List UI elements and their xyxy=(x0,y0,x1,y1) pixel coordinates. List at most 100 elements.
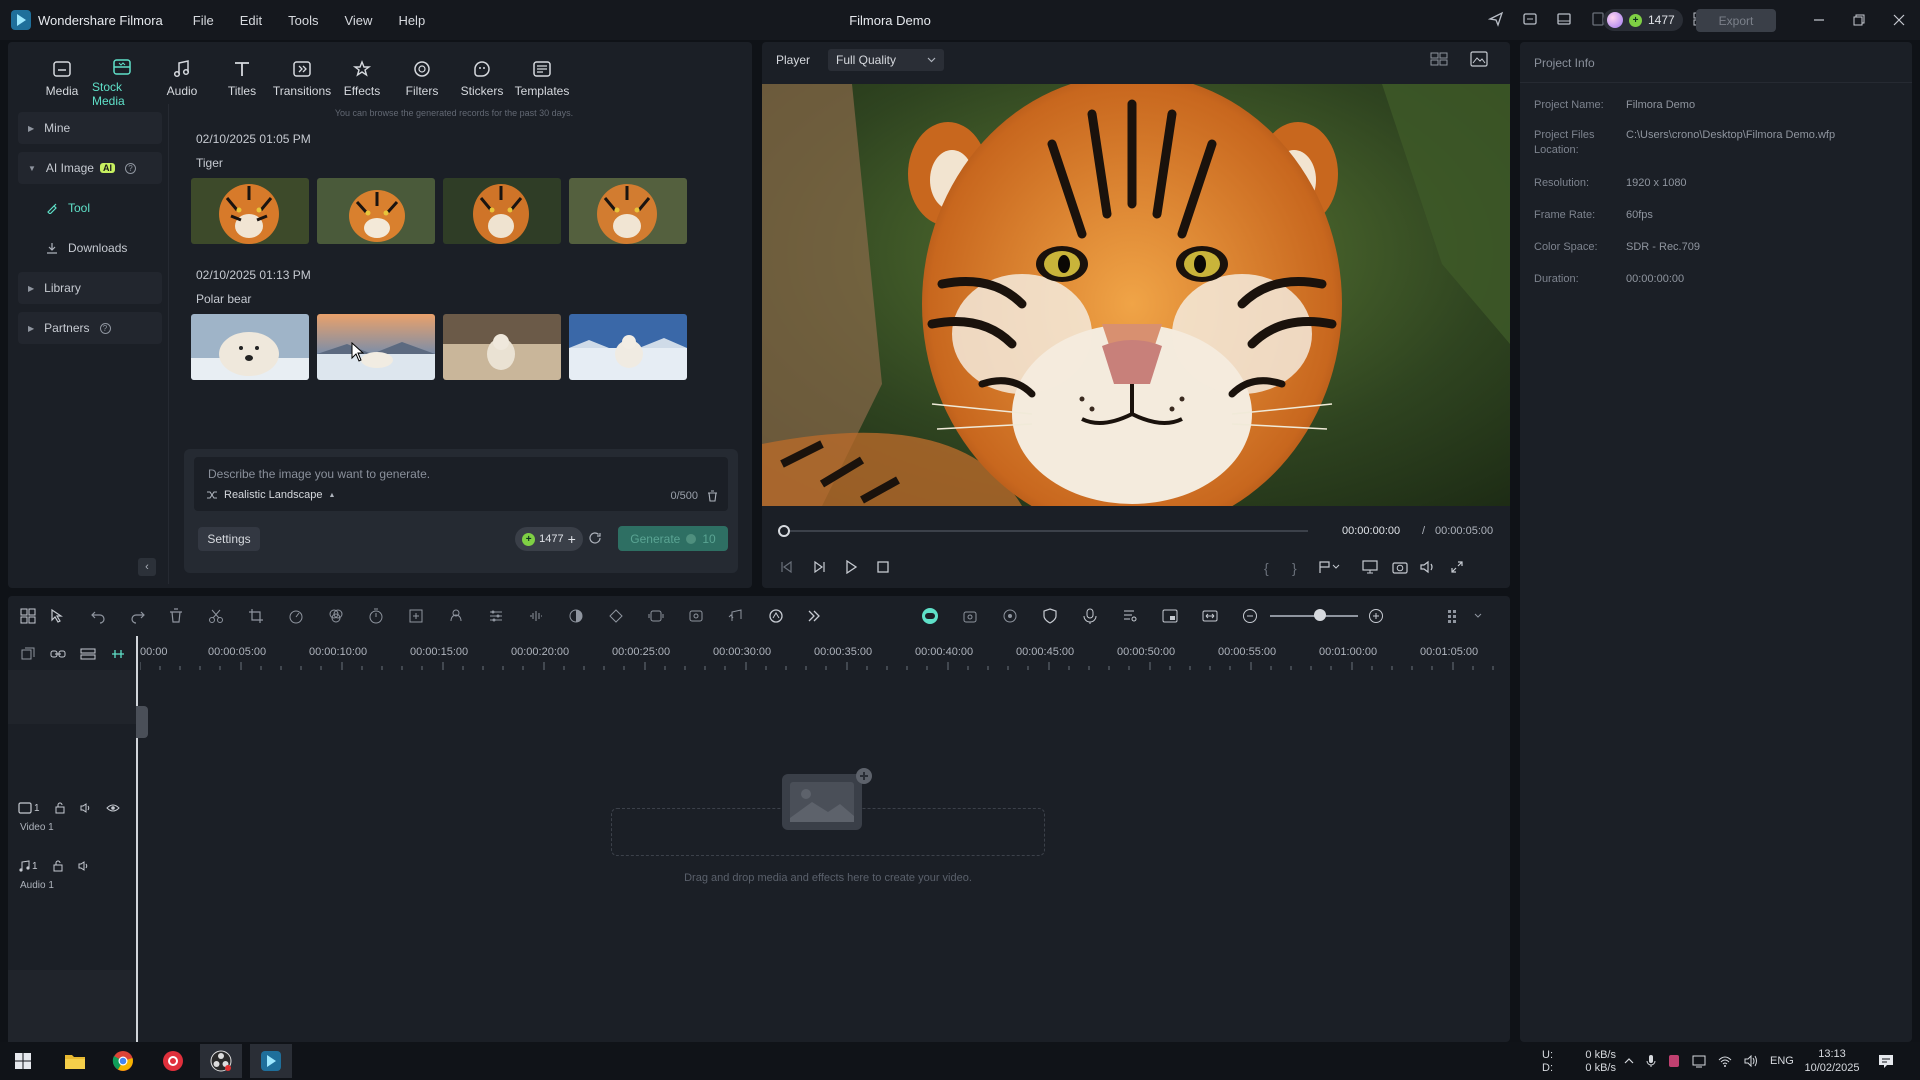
microphone-icon[interactable] xyxy=(1646,1054,1656,1068)
more-tools-icon[interactable] xyxy=(804,606,824,626)
wifi-icon[interactable] xyxy=(1718,1055,1732,1067)
prompt-input[interactable]: Describe the image you want to generate.… xyxy=(194,457,728,511)
fit-timeline-icon[interactable] xyxy=(1200,606,1220,626)
playhead[interactable] xyxy=(136,636,138,1042)
display-icon[interactable] xyxy=(1362,560,1378,574)
zoom-in-icon[interactable] xyxy=(1366,606,1386,626)
windows-start-icon[interactable] xyxy=(2,1044,44,1078)
file-explorer-icon[interactable] xyxy=(54,1044,96,1078)
sidebar-item-tool[interactable]: Tool xyxy=(18,192,162,224)
quality-select[interactable]: Full Quality xyxy=(828,49,944,71)
restore-icon[interactable] xyxy=(1846,8,1872,32)
tray-app-icon[interactable] xyxy=(1668,1054,1680,1068)
link-icon[interactable] xyxy=(48,644,68,664)
layout-grid-icon[interactable] xyxy=(18,606,38,626)
split-icon[interactable] xyxy=(206,606,226,626)
close-icon[interactable] xyxy=(1886,8,1912,32)
green-screen-icon[interactable] xyxy=(686,606,706,626)
speaker-icon[interactable] xyxy=(1744,1055,1758,1067)
playhead-handle[interactable] xyxy=(136,706,148,738)
menu-help[interactable]: Help xyxy=(398,13,425,28)
tab-effects[interactable]: Effects xyxy=(332,42,392,104)
lock-icon[interactable] xyxy=(54,802,66,814)
add-track-icon[interactable] xyxy=(18,644,38,664)
auto-highlight-icon[interactable] xyxy=(960,606,980,626)
camera-icon[interactable] xyxy=(1392,560,1408,574)
chrome-icon[interactable] xyxy=(102,1044,144,1078)
tab-media[interactable]: Media xyxy=(32,42,92,104)
tab-filters[interactable]: Filters xyxy=(392,42,452,104)
scrubber-handle[interactable] xyxy=(778,525,790,537)
add-media-icon[interactable] xyxy=(780,768,872,832)
ai-copilot-icon[interactable] xyxy=(766,606,786,626)
avatar[interactable] xyxy=(1607,12,1623,28)
sidebar-item-partners[interactable]: ▶ Partners ? xyxy=(18,312,162,344)
lock-icon[interactable] xyxy=(52,860,64,872)
play-icon[interactable] xyxy=(844,560,858,574)
sidebar-item-library[interactable]: ▶ Library xyxy=(18,272,162,304)
collapse-sidebar-button[interactable]: ‹ xyxy=(138,558,156,576)
playback-scrubber[interactable] xyxy=(784,530,1308,532)
send-icon[interactable] xyxy=(1486,9,1506,29)
ai-cutout-icon[interactable] xyxy=(446,606,466,626)
menu-file[interactable]: File xyxy=(193,13,214,28)
marker-icon[interactable] xyxy=(1318,560,1340,574)
volume-icon[interactable] xyxy=(1420,560,1436,574)
image-thumbnail[interactable] xyxy=(569,314,687,380)
redo-icon[interactable] xyxy=(128,606,148,626)
tab-stock-media[interactable]: Stock Media xyxy=(92,42,152,108)
image-thumbnail[interactable] xyxy=(317,178,435,244)
mark-in-icon[interactable]: { xyxy=(1264,560,1269,576)
clock[interactable]: 13:13 10/02/2025 xyxy=(1802,1042,1862,1080)
chevron-up-icon[interactable] xyxy=(1624,1058,1634,1064)
obs-icon[interactable] xyxy=(200,1044,242,1078)
tray-display-icon[interactable] xyxy=(1692,1054,1706,1068)
adjust-icon[interactable] xyxy=(486,606,506,626)
timer-icon[interactable] xyxy=(366,606,386,626)
shield-icon[interactable] xyxy=(1040,606,1060,626)
sidebar-item-ai-image[interactable]: ▼ AI Image AI ? xyxy=(18,152,162,184)
tab-titles[interactable]: Titles xyxy=(212,42,272,104)
next-frame-icon[interactable] xyxy=(812,560,826,574)
chevron-down-icon[interactable] xyxy=(1468,606,1488,626)
help-icon[interactable]: ? xyxy=(99,322,111,334)
ai-audio-icon[interactable] xyxy=(920,606,940,626)
track-manager-icon[interactable] xyxy=(78,644,98,664)
render-icon[interactable] xyxy=(1000,606,1020,626)
language-indicator[interactable]: ENG xyxy=(1770,1055,1794,1067)
image-thumbnail[interactable] xyxy=(443,178,561,244)
sidebar-item-mine[interactable]: ▶ Mine xyxy=(18,112,162,144)
zoom-out-icon[interactable] xyxy=(1240,606,1260,626)
timeline-ruler[interactable]: 00:00 00:00:05:00 00:00:10:00 00:00:15:0… xyxy=(8,636,1510,670)
menu-tools[interactable]: Tools xyxy=(288,13,318,28)
crop-icon[interactable] xyxy=(246,606,266,626)
stabilize-icon[interactable] xyxy=(646,606,666,626)
mask-icon[interactable] xyxy=(566,606,586,626)
keyframe-icon[interactable] xyxy=(606,606,626,626)
mute-icon[interactable] xyxy=(78,860,90,872)
help-icon[interactable]: ? xyxy=(124,162,136,174)
image-thumbnail[interactable] xyxy=(443,314,561,380)
tab-transitions[interactable]: Transitions xyxy=(272,42,332,104)
select-tool-icon[interactable] xyxy=(48,606,68,626)
auto-reframe-icon[interactable] xyxy=(406,606,426,626)
menu-edit[interactable]: Edit xyxy=(240,13,262,28)
mute-icon[interactable] xyxy=(80,802,92,814)
delete-icon[interactable] xyxy=(166,606,186,626)
media-manager-icon[interactable] xyxy=(1520,9,1540,29)
recorder-icon[interactable] xyxy=(152,1044,194,1078)
mark-out-icon[interactable]: } xyxy=(1292,560,1297,576)
zoom-slider-handle[interactable] xyxy=(1314,609,1326,621)
stop-icon[interactable] xyxy=(876,560,890,574)
generate-button[interactable]: Generate 10 xyxy=(618,526,728,551)
tab-templates[interactable]: Templates xyxy=(512,42,572,104)
filmora-taskbar-icon[interactable] xyxy=(250,1044,292,1078)
snapshot-icon[interactable] xyxy=(1470,51,1488,67)
layout-icon[interactable] xyxy=(1554,9,1574,29)
minimize-icon[interactable] xyxy=(1806,8,1832,32)
image-thumbnail[interactable] xyxy=(317,314,435,380)
speed-icon[interactable] xyxy=(286,606,306,626)
image-thumbnail[interactable] xyxy=(191,314,309,380)
magnetic-snap-icon[interactable] xyxy=(108,644,128,664)
export-button[interactable]: Export xyxy=(1696,9,1776,32)
